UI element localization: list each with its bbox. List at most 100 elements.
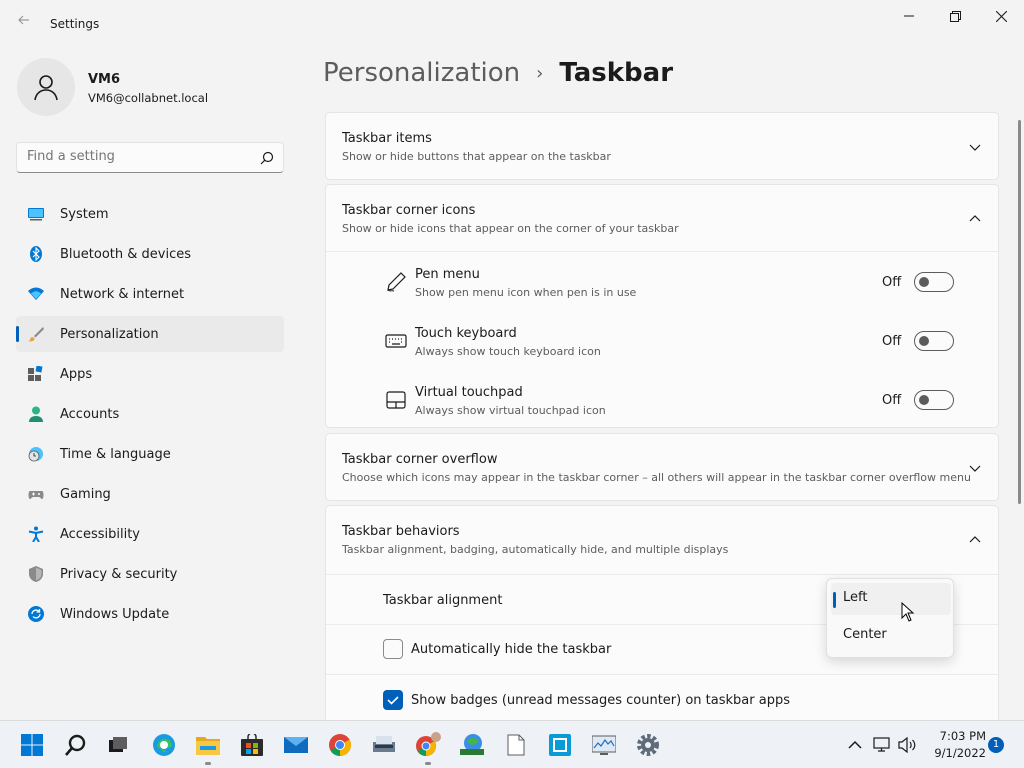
chevron-up-icon[interactable] [968, 212, 982, 226]
virtual-touchpad-title: Virtual touchpad [415, 385, 523, 400]
sidebar-item-gaming[interactable]: Gaming [16, 476, 284, 512]
sidebar-item-label: Apps [60, 366, 93, 382]
sidebar-item-windows-update[interactable]: Windows Update [16, 596, 284, 632]
auto-hide-checkbox[interactable] [383, 639, 403, 659]
accessibility-icon [28, 526, 44, 542]
person-icon [29, 406, 43, 422]
sidebar-item-network[interactable]: Network & internet [16, 276, 284, 312]
volume-icon [898, 737, 916, 753]
scanner-icon [373, 736, 395, 752]
sidebar-nav: System Bluetooth & devices Network & int… [16, 196, 284, 636]
sidebar-item-personalization[interactable]: Personalization [16, 316, 284, 352]
taskbar: 7:03 PM 9/1/2022 1 [0, 720, 1024, 768]
store-tile-app[interactable] [544, 729, 576, 761]
pen-icon [387, 272, 406, 292]
sidebar-item-privacy[interactable]: Privacy & security [16, 556, 284, 592]
divider [326, 674, 998, 675]
clock-date[interactable]: 9/1/2022 [930, 746, 986, 760]
toggle-knob [919, 277, 929, 287]
sidebar-item-label: Personalization [60, 326, 159, 342]
sidebar-item-accessibility[interactable]: Accessibility [16, 516, 284, 552]
chevron-down-icon[interactable] [968, 140, 982, 154]
volume-button[interactable] [897, 733, 917, 757]
behaviors-header[interactable]: Taskbar behaviors Taskbar alignment, bad… [326, 506, 998, 574]
badges-label: Show badges (unread messages counter) on… [411, 693, 790, 708]
corner-icons-header[interactable]: Taskbar corner icons Show or hide icons … [326, 185, 998, 251]
virtual-touchpad-toggle[interactable] [914, 390, 954, 410]
back-arrow-icon [18, 15, 29, 25]
minimize-button[interactable] [886, 0, 932, 32]
title-bar: Settings [0, 0, 1024, 48]
badges-checkbox[interactable] [383, 690, 403, 710]
store-app[interactable] [236, 729, 268, 761]
task-view-button[interactable] [102, 729, 134, 761]
network-globe-app[interactable] [456, 729, 488, 761]
search-icon[interactable] [259, 150, 275, 166]
sidebar-item-accounts[interactable]: Accounts [16, 396, 284, 432]
card-title: Taskbar behaviors [342, 524, 460, 539]
sidebar-item-system[interactable]: System [16, 196, 284, 232]
notification-badge[interactable]: 1 [988, 737, 1004, 753]
auto-hide-label: Automatically hide the taskbar [411, 642, 612, 657]
scanner-app[interactable] [368, 729, 400, 761]
show-hidden-icons-button[interactable] [845, 733, 865, 757]
sidebar-item-label: Accounts [60, 406, 120, 422]
card-title: Taskbar corner overflow [342, 452, 498, 467]
alignment-option-center[interactable]: Center [831, 620, 951, 652]
mouse-cursor-icon [901, 602, 915, 622]
keyboard-icon [385, 334, 407, 348]
breadcrumb-parent[interactable]: Personalization [323, 58, 520, 88]
search-input[interactable] [27, 149, 247, 164]
sidebar-item-label: Privacy & security [60, 566, 178, 582]
user-email: VM6@collabnet.local [88, 91, 209, 105]
restore-icon [949, 10, 961, 22]
settings-app[interactable] [632, 729, 664, 761]
sidebar-item-label: Network & internet [60, 286, 185, 302]
taskbar-items-card[interactable]: Taskbar items Show or hide buttons that … [325, 112, 999, 180]
sidebar-item-apps[interactable]: Apps [16, 356, 284, 392]
card-title: Taskbar corner icons [342, 203, 476, 218]
avatar[interactable] [17, 58, 75, 116]
taskbar-search-button[interactable] [60, 729, 92, 761]
clock-globe-icon [28, 447, 43, 462]
close-button[interactable] [978, 0, 1024, 32]
back-button[interactable] [12, 10, 36, 34]
edge-icon [153, 734, 175, 756]
network-status-button[interactable] [872, 733, 892, 757]
person-icon [34, 75, 58, 101]
touch-keyboard-toggle[interactable] [914, 331, 954, 351]
touch-keyboard-title: Touch keyboard [415, 326, 517, 341]
start-button[interactable] [16, 729, 48, 761]
shield-icon [29, 566, 43, 582]
alignment-option-left[interactable]: Left [831, 583, 951, 615]
sidebar-item-bluetooth[interactable]: Bluetooth & devices [16, 236, 284, 272]
maximize-button[interactable] [932, 0, 978, 32]
monitor-app[interactable] [588, 729, 620, 761]
sidebar-item-time-language[interactable]: Time & language [16, 436, 284, 472]
monitor-app-icon [592, 735, 616, 755]
document-app[interactable] [500, 729, 532, 761]
edge-app[interactable] [148, 729, 180, 761]
toggle-knob [919, 395, 929, 405]
checkmark-icon [387, 696, 399, 705]
chevron-up-icon[interactable] [968, 533, 982, 547]
taskbar-corner-overflow-card[interactable]: Taskbar corner overflow Choose which ico… [325, 433, 999, 501]
chrome-profile-app[interactable] [412, 729, 444, 765]
chrome-app[interactable] [324, 729, 356, 761]
divider [326, 251, 998, 252]
clock-time[interactable]: 7:03 PM [930, 729, 986, 743]
start-icon [21, 734, 43, 756]
pen-menu-toggle[interactable] [914, 272, 954, 292]
chevron-down-icon[interactable] [968, 461, 982, 475]
file-explorer-app[interactable] [192, 729, 224, 765]
mail-app[interactable] [280, 729, 312, 761]
search-box[interactable] [16, 142, 284, 173]
update-icon [28, 606, 44, 622]
document-icon [507, 734, 525, 756]
sidebar-item-label: Accessibility [60, 526, 140, 542]
scrollbar[interactable] [1018, 120, 1021, 504]
wifi-icon [28, 287, 44, 300]
breadcrumb: Personalization › Taskbar [323, 58, 673, 88]
brush-icon [28, 327, 44, 342]
chrome-profile-icon [416, 732, 441, 756]
